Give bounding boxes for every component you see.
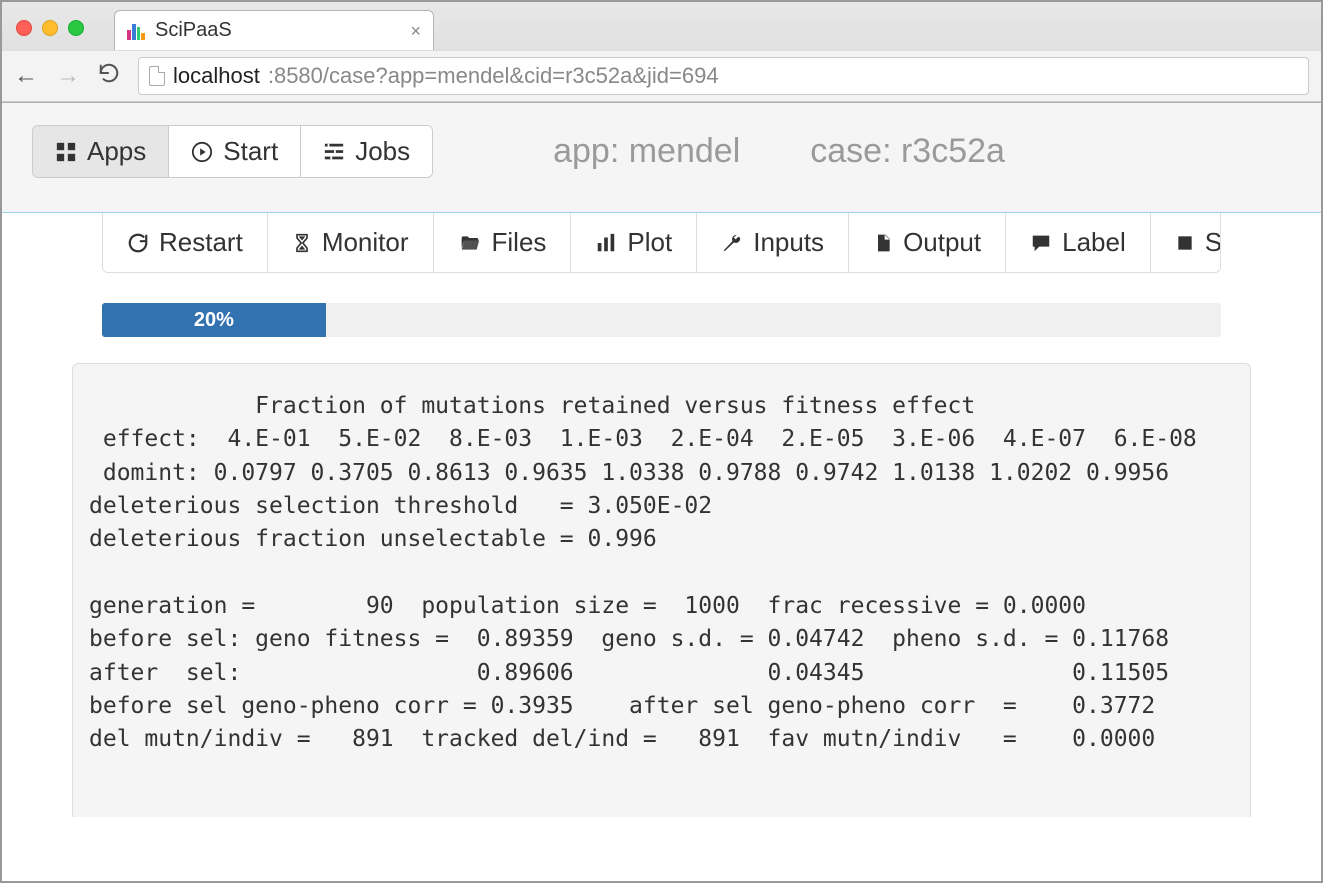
progress-text: 20% bbox=[194, 309, 234, 332]
stop-button[interactable]: Stop bbox=[1151, 213, 1221, 272]
back-button[interactable]: ← bbox=[14, 62, 38, 90]
window-controls bbox=[16, 20, 114, 50]
restart-label: Restart bbox=[159, 227, 243, 258]
start-button[interactable]: Start bbox=[169, 126, 301, 177]
label-label: Label bbox=[1062, 227, 1126, 258]
apps-button[interactable]: Apps bbox=[33, 126, 169, 177]
output-label: Output bbox=[903, 227, 981, 258]
case-action-bar: Restart Monitor Files Plot Inputs bbox=[102, 213, 1221, 273]
monitor-button[interactable]: Monitor bbox=[268, 213, 434, 272]
browser-chrome: SciPaaS × ← → localhost :8580/case?app=me… bbox=[2, 2, 1321, 103]
plot-label: Plot bbox=[627, 227, 672, 258]
browser-tab[interactable]: SciPaaS × bbox=[114, 10, 434, 50]
progress-fill: 20% bbox=[102, 303, 326, 337]
inputs-button[interactable]: Inputs bbox=[697, 213, 849, 272]
jobs-button[interactable]: Jobs bbox=[301, 126, 432, 177]
zoom-window-button[interactable] bbox=[68, 20, 84, 36]
stop-icon bbox=[1175, 233, 1195, 253]
inputs-label: Inputs bbox=[753, 227, 824, 258]
play-circle-icon bbox=[191, 141, 213, 163]
bar-chart-icon bbox=[595, 232, 617, 254]
url-path: :8580/case?app=mendel&cid=r3c52a&jid=694 bbox=[268, 63, 719, 89]
apps-label: Apps bbox=[87, 136, 146, 167]
comment-icon bbox=[1030, 232, 1052, 254]
close-window-button[interactable] bbox=[16, 20, 32, 36]
start-label: Start bbox=[223, 136, 278, 167]
address-bar[interactable]: localhost :8580/case?app=mendel&cid=r3c52… bbox=[138, 57, 1309, 95]
output-button[interactable]: Output bbox=[849, 213, 1006, 272]
stop-label: Stop bbox=[1205, 227, 1221, 258]
favicon-icon bbox=[127, 22, 145, 40]
app-name-label: app: mendel bbox=[553, 132, 740, 171]
tab-close-icon[interactable]: × bbox=[410, 22, 421, 40]
files-label: Files bbox=[492, 227, 547, 258]
restart-icon bbox=[127, 232, 149, 254]
plot-button[interactable]: Plot bbox=[571, 213, 697, 272]
case-id-label: case: r3c52a bbox=[810, 132, 1005, 171]
label-button[interactable]: Label bbox=[1006, 213, 1151, 272]
file-icon bbox=[873, 232, 893, 254]
restart-button[interactable]: Restart bbox=[103, 213, 268, 272]
reload-button[interactable] bbox=[98, 62, 120, 90]
hourglass-icon bbox=[292, 232, 312, 254]
files-button[interactable]: Files bbox=[434, 213, 572, 272]
monitor-label: Monitor bbox=[322, 227, 409, 258]
tab-title: SciPaaS bbox=[155, 19, 232, 42]
wrench-icon bbox=[721, 232, 743, 254]
console-output: Fraction of mutations retained versus fi… bbox=[72, 363, 1251, 817]
progress-bar: 20% bbox=[102, 303, 1221, 337]
page-icon bbox=[149, 66, 165, 86]
grid-icon bbox=[55, 141, 77, 163]
jobs-label: Jobs bbox=[355, 136, 410, 167]
app-toolbar: Apps Start Jobs app: mendel case: r3c52a bbox=[2, 103, 1321, 212]
tasks-icon bbox=[323, 141, 345, 163]
forward-button[interactable]: → bbox=[56, 62, 80, 90]
minimize-window-button[interactable] bbox=[42, 20, 58, 36]
url-host: localhost bbox=[173, 63, 260, 89]
folder-open-icon bbox=[458, 233, 482, 253]
